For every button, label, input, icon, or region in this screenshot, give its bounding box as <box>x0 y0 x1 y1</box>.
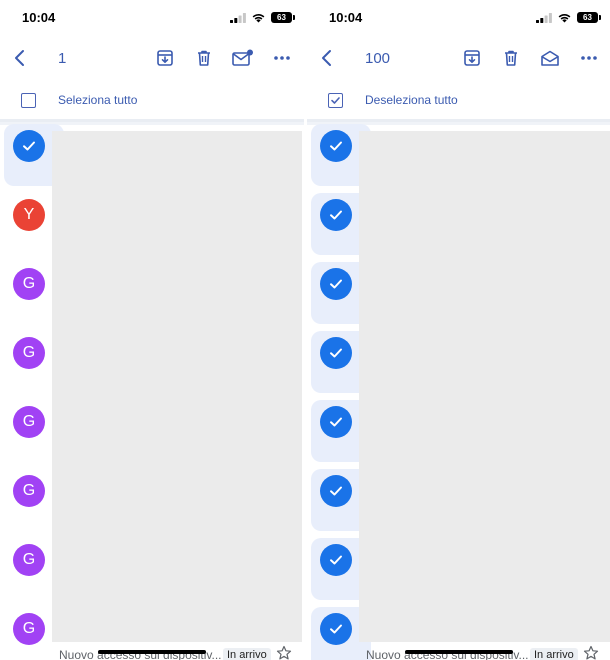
avatar[interactable]: Y <box>13 199 45 231</box>
check-icon <box>330 417 342 427</box>
delete-button[interactable] <box>499 46 523 70</box>
selected-count: 1 <box>58 50 67 67</box>
inbox-label-chip: In arrivo <box>223 648 271 660</box>
selected-count: 100 <box>365 50 391 67</box>
avatar-selected[interactable] <box>320 544 352 576</box>
archive-button[interactable] <box>153 46 177 70</box>
star-icon[interactable] <box>276 645 292 660</box>
avatar-selected[interactable] <box>320 130 352 162</box>
inbox-label-chip: In arrivo <box>530 648 578 660</box>
redacted-message-content <box>52 131 302 642</box>
back-button[interactable] <box>8 46 30 70</box>
status-bar: 10:04 63 <box>0 0 304 36</box>
home-indicator <box>98 650 206 654</box>
mark-unread-icon <box>232 49 253 66</box>
check-icon <box>330 624 342 634</box>
selection-toolbar: 1 <box>0 36 304 80</box>
home-indicator <box>405 650 513 654</box>
archive-icon <box>157 50 173 66</box>
check-icon <box>330 486 342 496</box>
star-icon[interactable] <box>583 645 599 660</box>
selection-toolbar: 100 <box>307 36 610 80</box>
check-icon <box>23 141 35 151</box>
mark-read-button[interactable] <box>538 46 562 70</box>
avatar[interactable]: G <box>13 268 45 300</box>
check-icon <box>330 555 342 565</box>
phone-screen-right: 10:04 63 100 Deseleziona tutto Nuovo acc… <box>307 0 610 660</box>
avatar-selected[interactable] <box>320 199 352 231</box>
archive-button[interactable] <box>460 46 484 70</box>
check-icon <box>330 210 342 220</box>
status-time: 10:04 <box>329 10 363 25</box>
avatar-selected[interactable] <box>320 613 352 645</box>
avatar-selected[interactable] <box>320 475 352 507</box>
avatar-selected[interactable] <box>320 268 352 300</box>
deselect-all-label[interactable]: Deseleziona tutto <box>365 93 458 107</box>
trash-icon <box>198 50 210 66</box>
avatar-selected[interactable] <box>320 337 352 369</box>
phone-screen-left: 10:04 63 1 Seleziona tutto Y G G G G G G… <box>0 0 304 660</box>
status-time: 10:04 <box>22 10 56 25</box>
status-icons: 63 <box>230 12 295 23</box>
select-all-label[interactable]: Seleziona tutto <box>58 93 137 107</box>
deselect-all-row[interactable]: Deseleziona tutto <box>307 84 610 116</box>
battery-icon: 63 <box>577 12 601 23</box>
back-arrow-icon <box>322 50 331 66</box>
signal-icon <box>536 13 552 23</box>
select-all-checkbox[interactable] <box>21 93 36 108</box>
avatar-selected[interactable] <box>13 130 45 162</box>
check-icon <box>330 348 342 358</box>
select-all-row[interactable]: Seleziona tutto <box>0 84 304 116</box>
check-icon <box>330 279 342 289</box>
archive-icon <box>464 50 480 66</box>
avatar[interactable]: G <box>13 613 45 645</box>
avatar[interactable]: G <box>13 406 45 438</box>
battery-icon: 63 <box>271 12 295 23</box>
more-options-button[interactable] <box>577 46 601 70</box>
check-icon <box>330 141 342 151</box>
mark-unread-button[interactable] <box>231 46 255 70</box>
signal-icon <box>230 13 246 23</box>
status-icons: 63 <box>536 12 601 23</box>
more-options-button[interactable] <box>270 46 294 70</box>
avatar[interactable]: G <box>13 544 45 576</box>
more-icon <box>581 56 597 60</box>
checkbox-icon <box>331 97 340 104</box>
avatar[interactable]: G <box>13 337 45 369</box>
wifi-icon <box>252 14 265 23</box>
back-button[interactable] <box>315 46 337 70</box>
delete-button[interactable] <box>192 46 216 70</box>
deselect-all-checkbox[interactable] <box>328 93 343 108</box>
redacted-message-content <box>359 131 610 642</box>
back-arrow-icon <box>15 50 24 66</box>
avatar[interactable]: G <box>13 475 45 507</box>
avatar-selected[interactable] <box>320 406 352 438</box>
wifi-icon <box>558 14 571 23</box>
mark-read-icon <box>541 50 559 66</box>
status-bar: 10:04 63 <box>307 0 610 36</box>
trash-icon <box>505 50 517 66</box>
more-icon <box>274 56 290 60</box>
